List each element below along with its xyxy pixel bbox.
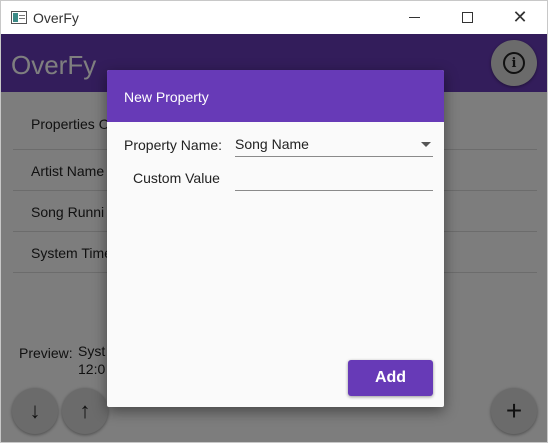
title-bar: OverFy ✕ [1,1,547,34]
dialog-header: New Property [107,70,444,122]
new-property-dialog: New Property Property Name: Song Name Cu… [107,70,444,407]
window-title: OverFy [33,10,79,26]
maximize-button[interactable] [444,1,490,34]
maximize-icon [461,12,473,23]
app-window: OverFy ✕ OverFy Properties O Artist Name… [0,0,548,443]
add-button[interactable]: Add [348,360,433,396]
property-name-value: Song Name [235,136,309,152]
custom-value-input[interactable] [235,165,433,191]
property-name-select[interactable]: Song Name [235,131,433,157]
close-icon: ✕ [512,7,528,27]
minimize-button[interactable] [391,1,437,34]
close-button[interactable]: ✕ [497,1,543,34]
app-icon [11,11,27,24]
property-name-label: Property Name: [124,137,223,153]
minimize-icon [408,17,420,18]
custom-value-label: Custom Value [133,170,220,186]
chevron-down-icon [421,142,431,147]
dialog-title: New Property [124,89,209,105]
